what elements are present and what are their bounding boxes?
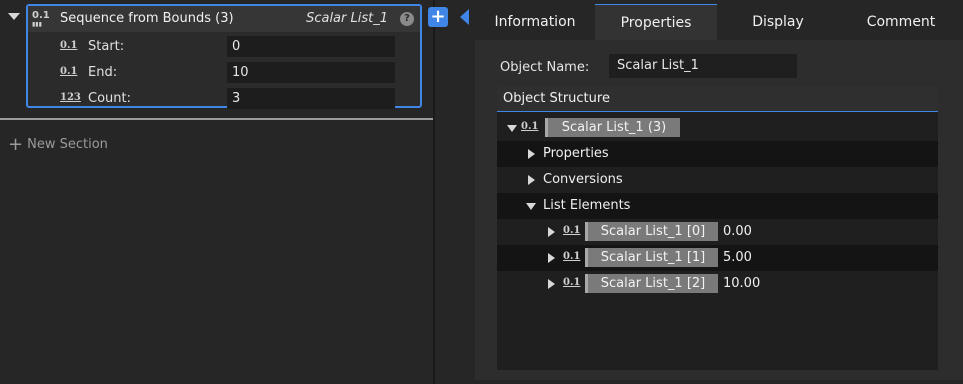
new-section-button[interactable]: + New Section xyxy=(8,134,108,155)
group-label: Conversions xyxy=(543,172,623,187)
inspector-panel: Information Properties Display Comment O… xyxy=(475,4,963,380)
tab-comment[interactable]: Comment xyxy=(839,4,963,40)
tree-row-conversions[interactable]: Conversions xyxy=(497,167,938,193)
tab-bar: Information Properties Display Comment xyxy=(475,4,963,40)
node-output-name[interactable]: Scalar List_1 xyxy=(306,11,388,26)
param-row-count: 123 Count: 3 xyxy=(28,86,420,112)
param-row-start: 0.1 Start: 0 xyxy=(28,34,420,60)
root-object-chip[interactable]: Scalar List_1 (3) xyxy=(545,118,680,137)
param-row-end: 0.1 End: 10 xyxy=(28,60,420,86)
tab-display[interactable]: Display xyxy=(717,4,839,40)
tree-row-element-0: 0.1 Scalar List_1 [0] 0.00 xyxy=(497,219,938,245)
object-structure-tree: Object Structure 0.1 Scalar List_1 (3) P… xyxy=(497,86,938,370)
end-input[interactable]: 10 xyxy=(227,62,395,83)
structure-header: Object Structure xyxy=(497,86,938,112)
expand-arrow-icon[interactable] xyxy=(548,279,555,289)
tree-row-properties[interactable]: Properties xyxy=(497,141,938,167)
tree-row-element-1: 0.1 Scalar List_1 [1] 5.00 xyxy=(497,245,938,271)
expand-arrow-icon[interactable] xyxy=(507,125,517,132)
scalar-icon: 0.1 xyxy=(563,225,581,236)
expand-arrow-icon[interactable] xyxy=(548,253,555,263)
help-icon[interactable]: ? xyxy=(400,12,414,26)
plus-icon: + xyxy=(8,134,24,155)
scalar-icon: 0.1 xyxy=(60,66,78,77)
integer-icon: 123 xyxy=(60,92,81,103)
section-divider xyxy=(0,118,433,120)
expand-arrow-icon[interactable] xyxy=(528,175,535,185)
tab-information[interactable]: Information xyxy=(475,4,595,40)
add-button[interactable]: + xyxy=(428,7,448,27)
left-panel: 0.1 ▮▮▮ Sequence from Bounds (3) Scalar L… xyxy=(0,0,433,384)
start-input[interactable]: 0 xyxy=(227,36,395,57)
expand-arrow-icon[interactable] xyxy=(528,149,535,159)
new-section-label: New Section xyxy=(27,137,108,152)
scalar-list-icon: 0.1 ▮▮▮ xyxy=(32,10,50,28)
node-header[interactable]: 0.1 ▮▮▮ Sequence from Bounds (3) Scalar L… xyxy=(28,6,420,32)
scalar-icon: 0.1 xyxy=(60,40,78,51)
element-chip[interactable]: Scalar List_1 [2] xyxy=(585,274,718,293)
element-value: 5.00 xyxy=(723,250,752,265)
node-title: Sequence from Bounds (3) xyxy=(60,11,234,26)
scalar-icon: 0.1 xyxy=(563,251,581,262)
tree-row-root: 0.1 Scalar List_1 (3) xyxy=(497,115,938,141)
collapse-panel-icon[interactable] xyxy=(460,9,469,25)
scalar-list-icon: 0.1 xyxy=(521,121,539,132)
tab-properties[interactable]: Properties xyxy=(595,4,717,40)
group-label: Properties xyxy=(543,146,609,161)
param-label: Count: xyxy=(88,91,131,106)
element-value: 10.00 xyxy=(723,276,761,291)
expand-arrow-icon[interactable] xyxy=(548,227,555,237)
object-name-field[interactable]: Scalar List_1 xyxy=(609,54,797,78)
object-name-label: Object Name: xyxy=(500,60,590,75)
param-label: End: xyxy=(88,65,118,80)
param-label: Start: xyxy=(88,39,125,54)
collapse-triangle-icon[interactable] xyxy=(8,13,20,20)
group-label: List Elements xyxy=(543,198,631,213)
count-input[interactable]: 3 xyxy=(227,88,395,109)
element-chip[interactable]: Scalar List_1 [0] xyxy=(585,222,718,241)
scalar-icon: 0.1 xyxy=(563,277,581,288)
element-chip[interactable]: Scalar List_1 [1] xyxy=(585,248,718,267)
tree-row-list-elements[interactable]: List Elements xyxy=(497,193,938,219)
expand-arrow-icon[interactable] xyxy=(526,203,536,210)
sequence-node[interactable]: 0.1 ▮▮▮ Sequence from Bounds (3) Scalar L… xyxy=(26,4,422,109)
tree-row-element-2: 0.1 Scalar List_1 [2] 10.00 xyxy=(497,271,938,297)
element-value: 0.00 xyxy=(723,224,752,239)
panel-splitter[interactable] xyxy=(433,0,435,384)
